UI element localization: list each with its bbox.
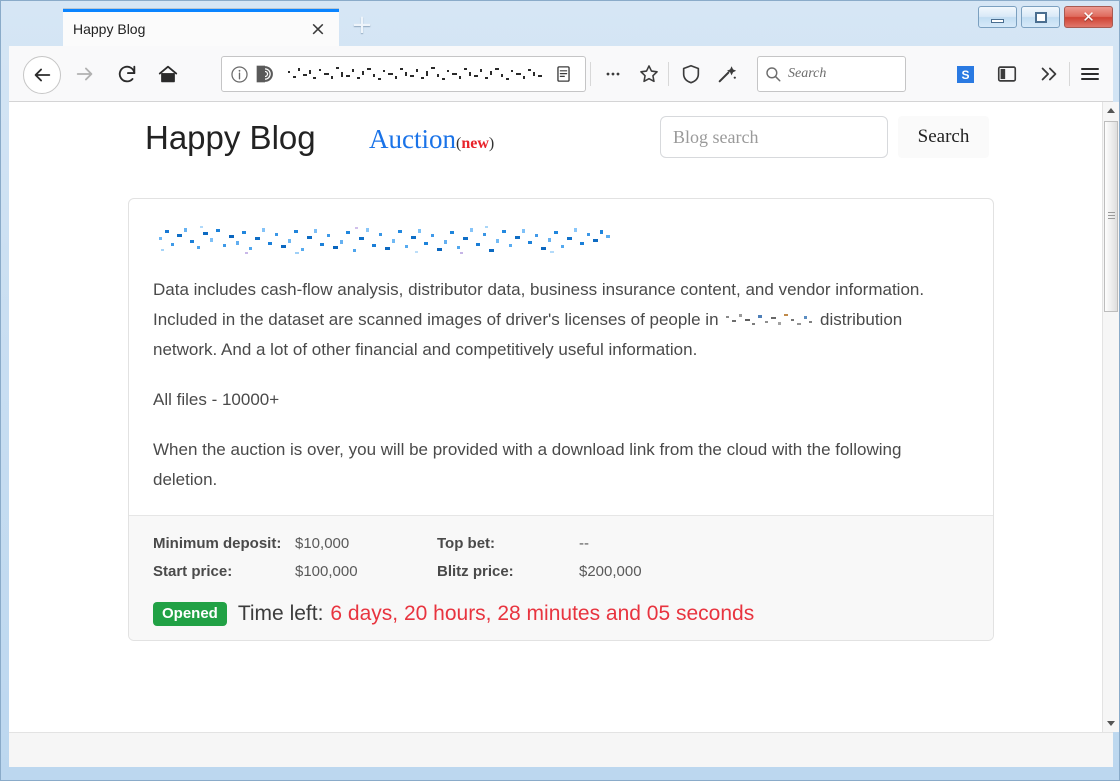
detail-label-minimum-deposit: Minimum deposit: (153, 535, 282, 552)
close-window-button[interactable]: ✕ (1064, 6, 1113, 28)
post-paragraph-1: Data includes cash-flow analysis, distri… (153, 275, 969, 365)
new-tab-button[interactable]: + (349, 12, 375, 39)
window-controls: ✕ (978, 6, 1113, 28)
forward-arrow-icon (76, 67, 93, 81)
post-title-redacted (155, 221, 617, 265)
page-actions-icon[interactable] (595, 56, 631, 92)
post-paragraph-delivery: When the auction is over, you will be pr… (153, 440, 902, 489)
close-x-icon: ✕ (1082, 7, 1095, 26)
detail-label-blitz-price: Blitz price: (437, 563, 514, 580)
toolbar-divider-3 (1069, 62, 1070, 86)
back-button[interactable] (23, 56, 61, 94)
auction-details-grid: Minimum deposit: $10,000 Top bet: -- Sta… (153, 532, 969, 584)
time-left-label: Time left: (237, 602, 324, 625)
browser-toolbar: Search S (9, 46, 1113, 102)
toolbar-divider-2 (668, 62, 669, 86)
close-icon[interactable]: × (307, 18, 329, 40)
home-button[interactable] (150, 56, 186, 92)
forward-button[interactable] (67, 56, 103, 92)
reload-button[interactable] (109, 56, 145, 92)
home-icon (158, 65, 178, 83)
reader-view-icon (557, 66, 570, 82)
overflow-chevron-icon[interactable] (1031, 56, 1067, 92)
detail-value-blitz-price: $200,000 (579, 563, 642, 580)
nav-link-new-badge: (new) (456, 135, 495, 152)
maximize-button[interactable] (1021, 6, 1060, 28)
site-header: Happy Blog Auction(new) Search (145, 114, 995, 176)
extension-badge-icon[interactable]: S (957, 66, 974, 83)
post-paragraph-files: All files - 10000+ (153, 390, 280, 409)
tab-title: Happy Blog (73, 21, 146, 37)
page-title: Happy Blog (145, 119, 316, 156)
detail-value-top-bet: -- (579, 535, 589, 552)
scroll-up-arrow-icon[interactable] (1103, 102, 1119, 119)
blog-search-button[interactable]: Search (898, 116, 989, 158)
address-bar-url-redacted (282, 63, 546, 85)
nav-link-auction[interactable]: Auction(new) (369, 124, 494, 155)
shield-icon[interactable] (673, 56, 709, 92)
nav-link-label: Auction (369, 124, 456, 154)
address-bar[interactable] (221, 56, 551, 92)
info-icon[interactable] (226, 61, 252, 87)
hamburger-menu-icon[interactable] (1072, 56, 1108, 92)
reader-view-button[interactable] (542, 56, 586, 92)
page-bottom-strip (9, 732, 1113, 767)
minimize-icon (991, 18, 1004, 23)
detail-value-start-price: $100,000 (295, 563, 358, 580)
browser-search-placeholder: Search (788, 66, 827, 81)
browser-window: Happy Blog × + ✕ Search S Happy Blog Auc… (0, 0, 1120, 781)
back-arrow-icon (34, 68, 51, 82)
auction-details-footer: Minimum deposit: $10,000 Top bet: -- Sta… (129, 515, 993, 640)
bookmark-star-icon[interactable] (631, 56, 667, 92)
status-badge: Opened (153, 602, 227, 626)
search-icon (764, 65, 782, 83)
sidebar-icon[interactable] (989, 56, 1025, 92)
page-scrollbar[interactable] (1102, 102, 1119, 732)
detail-label-start-price: Start price: (153, 563, 233, 580)
web-page: Happy Blog Auction(new) Search (9, 102, 1046, 732)
toolbar-divider (590, 62, 591, 86)
reload-icon (118, 65, 136, 83)
detail-value-minimum-deposit: $10,000 (295, 535, 350, 552)
title-bar: Happy Blog × + ✕ (1, 1, 1120, 46)
page-viewport: Happy Blog Auction(new) Search (9, 102, 1113, 732)
detail-label-top-bet: Top bet: (437, 535, 496, 552)
maximize-icon (1034, 11, 1047, 23)
post-body: Data includes cash-flow analysis, distri… (129, 199, 993, 515)
browser-search-bar[interactable]: Search (757, 56, 906, 92)
time-left-value: 6 days, 20 hours, 28 minutes and 05 seco… (330, 602, 755, 625)
blog-search-input[interactable] (660, 116, 888, 158)
browser-tab-happy-blog[interactable]: Happy Blog × (63, 9, 339, 46)
minimize-button[interactable] (978, 6, 1017, 28)
scrollbar-grip-icon (1108, 211, 1115, 222)
scroll-down-arrow-icon[interactable] (1103, 715, 1119, 732)
onion-icon[interactable] (252, 61, 278, 87)
auction-status-row: Opened Time left: 6 days, 20 hours, 28 m… (153, 602, 969, 626)
auction-post-card: Data includes cash-flow analysis, distri… (128, 198, 994, 641)
scrollbar-thumb[interactable] (1104, 121, 1118, 312)
tracking-protection-icon[interactable] (709, 56, 745, 92)
inline-redacted-name (723, 310, 815, 328)
